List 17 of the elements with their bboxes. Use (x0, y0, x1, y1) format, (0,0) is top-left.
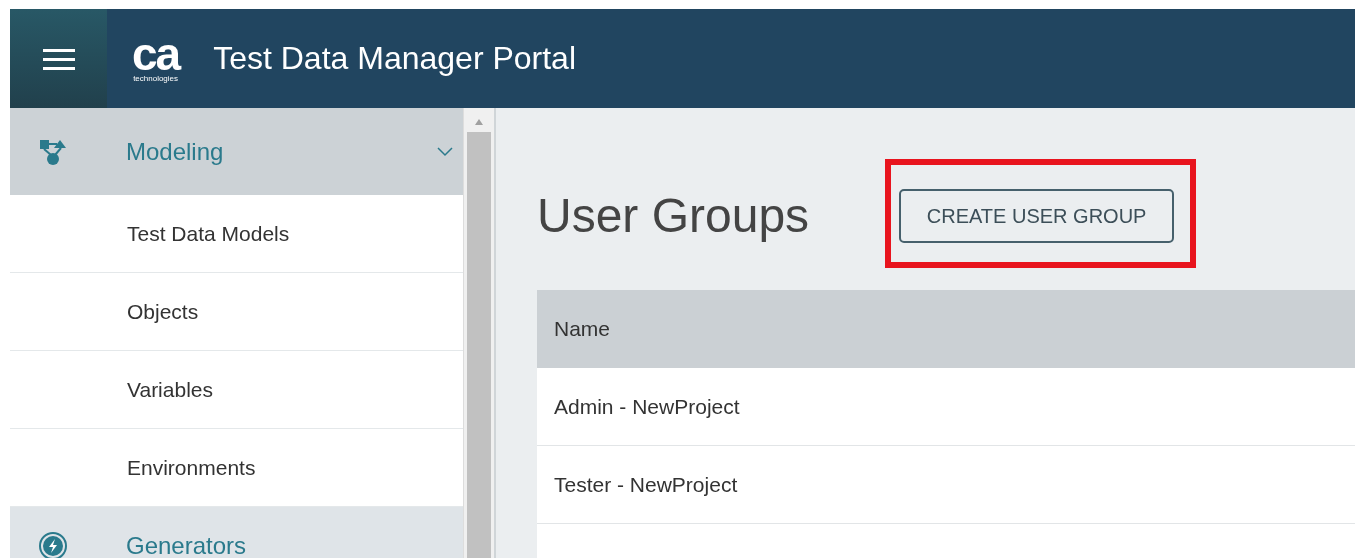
scrollbar-thumb[interactable] (467, 132, 491, 558)
nav-section-label: Generators (126, 532, 248, 558)
nav-section[interactable]: Generators (10, 507, 463, 558)
logo-caption: technologies (133, 73, 179, 84)
table-cell: Admin - NewProject (537, 368, 1355, 446)
create-user-group-button[interactable]: CREATE USER GROUP (899, 189, 1175, 243)
menu-icon (42, 46, 75, 71)
app-title: Test Data Manager Portal (213, 40, 576, 77)
chevron-down-icon (437, 146, 453, 157)
scrollbar[interactable] (463, 108, 494, 558)
logo-mark: ca (132, 33, 180, 74)
column-header[interactable]: Name (537, 290, 1355, 368)
menu-button[interactable] (10, 9, 107, 108)
page-title: User Groups (537, 188, 810, 243)
table-cell: Tester - NewProject (537, 446, 1355, 524)
nav-section-label: Modeling (126, 137, 225, 166)
scroll-up-icon[interactable] (474, 118, 484, 126)
